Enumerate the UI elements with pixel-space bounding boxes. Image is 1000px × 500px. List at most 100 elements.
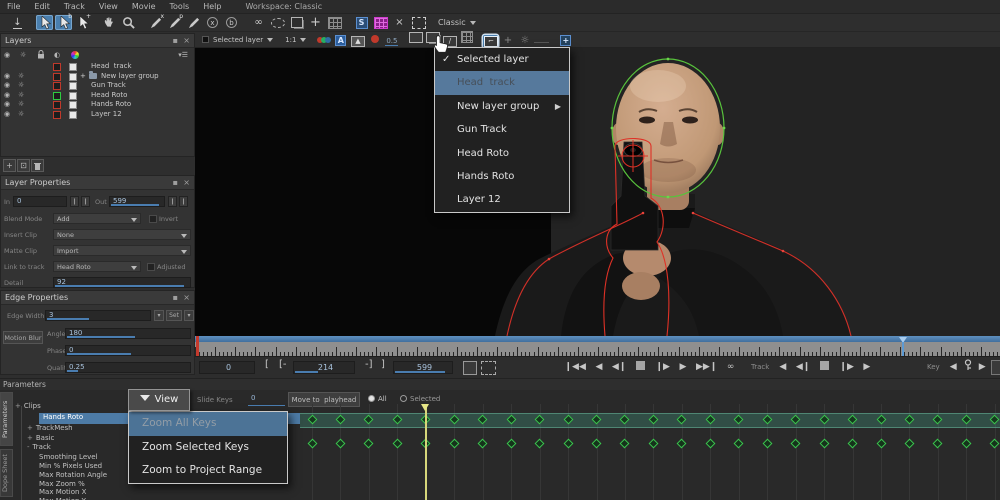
- matte-color-box[interactable]: [69, 72, 77, 81]
- step-forward-button[interactable]: ❙▶: [655, 357, 669, 377]
- motion-blur-button[interactable]: Motion Blur: [3, 331, 43, 344]
- detail-slider[interactable]: 92: [53, 277, 191, 288]
- red-channel-icon[interactable]: [367, 33, 382, 46]
- layer-menu-item[interactable]: New layer group ▶: [435, 95, 569, 118]
- keyframe-diamond[interactable]: [705, 438, 716, 448]
- next-key-button[interactable]: ▶: [979, 357, 986, 377]
- track-forward-button[interactable]: ▶: [863, 357, 870, 377]
- viewport[interactable]: [195, 48, 1000, 337]
- menu-item-movie[interactable]: Movie: [125, 0, 163, 13]
- radio-all[interactable]: All: [368, 395, 387, 403]
- menu-item-track[interactable]: Track: [57, 0, 92, 13]
- menu-item-view[interactable]: View: [92, 0, 125, 13]
- monitor-view-icon[interactable]: [408, 31, 423, 44]
- keyframe-diamond[interactable]: [790, 438, 801, 448]
- matte-color-box[interactable]: [69, 101, 77, 110]
- tree-item-basic[interactable]: + Basic: [27, 434, 54, 444]
- grid-view-icon[interactable]: [459, 31, 474, 44]
- timeline-playhead-line[interactable]: [902, 342, 904, 356]
- tree-toggle[interactable]: +: [27, 434, 33, 442]
- dock-icon[interactable]: ▪: [173, 35, 178, 46]
- gear-icon[interactable]: ☼: [18, 81, 24, 90]
- select-alt-tool-icon[interactable]: b: [55, 13, 72, 30]
- key-extra-icon[interactable]: [991, 360, 1000, 375]
- spline-color-box[interactable]: [53, 91, 61, 100]
- keyframe-diamond[interactable]: [477, 438, 488, 448]
- track-step-forward-button[interactable]: ❙▶: [839, 357, 853, 377]
- keyframe-diamond[interactable]: [335, 438, 346, 448]
- close-icon[interactable]: ×: [183, 177, 190, 188]
- layer-row[interactable]: ◉ ☼ Head Roto: [1, 91, 194, 101]
- layer-menu-item[interactable]: Layer 12: [435, 188, 569, 211]
- dope-playhead-line[interactable]: [425, 404, 427, 500]
- keyframe-diamond[interactable]: [392, 438, 403, 448]
- dope-sheet-grid[interactable]: [300, 404, 1000, 500]
- view-menu-item[interactable]: Zoom Selected Keys: [129, 436, 287, 460]
- out-frame-field[interactable]: 599: [393, 361, 453, 374]
- dual-monitor-view-icon[interactable]: [425, 31, 440, 44]
- alpha-view-icon[interactable]: A: [333, 34, 348, 47]
- workspace-classic-dropdown[interactable]: Classic: [438, 18, 476, 27]
- keyframe-diamond[interactable]: [648, 438, 659, 448]
- keyframe-diamond[interactable]: [932, 438, 943, 448]
- link-to-track-select[interactable]: Head Roto: [53, 261, 141, 272]
- add-point-tool-icon[interactable]: +: [74, 13, 91, 30]
- stack-view-icon[interactable]: [463, 361, 477, 375]
- gear-icon[interactable]: ☼: [18, 100, 24, 109]
- matte-color-box[interactable]: [69, 110, 77, 119]
- go-end-button[interactable]: ▶▶❙: [696, 357, 717, 377]
- bezier-circle-tool-icon[interactable]: b: [223, 15, 240, 30]
- keyframe-diamond[interactable]: [847, 438, 858, 448]
- layer-select-dropdown[interactable]: Selected layer: [199, 34, 276, 46]
- spline-color-box[interactable]: [53, 72, 61, 81]
- tree-item-max-motion-y[interactable]: Max Motion Y: [39, 497, 86, 500]
- keyframe-diamond[interactable]: [876, 438, 886, 448]
- quality-field[interactable]: 0.25: [65, 362, 191, 373]
- menu-item-edit[interactable]: Edit: [27, 0, 57, 13]
- eye-icon[interactable]: ◉: [4, 110, 10, 119]
- insert-clip-select[interactable]: None: [53, 229, 191, 240]
- play-button[interactable]: ▶: [679, 357, 686, 377]
- tree-item-trackmesh[interactable]: + TrackMesh: [27, 424, 73, 434]
- blend-mode-select[interactable]: Add: [53, 213, 141, 224]
- grid-tool-icon[interactable]: [326, 15, 343, 30]
- corner-pin-tool-icon[interactable]: [288, 15, 305, 30]
- menu-item-help[interactable]: Help: [196, 0, 228, 13]
- track-stop-button[interactable]: [820, 361, 830, 370]
- out-step-right[interactable]: ❙: [179, 196, 188, 207]
- go-start-button[interactable]: ❙◀◀: [565, 357, 586, 377]
- track-back-button[interactable]: ◀: [779, 357, 786, 377]
- angle-field[interactable]: 180: [65, 328, 191, 339]
- keyframe-diamond[interactable]: [449, 438, 460, 448]
- layer-row[interactable]: ◉ ☼ Hands Roto: [1, 100, 194, 110]
- delete-layer-icon[interactable]: [31, 159, 44, 172]
- edge-width-plus[interactable]: ▾: [184, 310, 194, 321]
- layer-menu-item[interactable]: ✓ Selected layer: [435, 48, 569, 71]
- eye-icon[interactable]: ◉: [4, 91, 10, 100]
- phase-field[interactable]: 0: [65, 345, 191, 356]
- expand-toggle[interactable]: +: [80, 72, 86, 81]
- mesh-tool-icon[interactable]: [372, 15, 389, 30]
- view-menu-item[interactable]: Zoom All Keys: [129, 412, 287, 436]
- layer-row[interactable]: ◉ ☼ Layer 12: [1, 110, 194, 120]
- tab-parameters[interactable]: Parameters: [0, 392, 13, 446]
- keyframe-diamond[interactable]: [733, 438, 744, 448]
- keyframe-diamond[interactable]: [363, 438, 374, 448]
- out-field[interactable]: 599: [109, 196, 165, 207]
- invert-checkbox[interactable]: [149, 215, 157, 223]
- xspline-circle-tool-icon[interactable]: x: [204, 15, 221, 30]
- close-icon[interactable]: ×: [183, 292, 190, 303]
- move-tool-icon[interactable]: +: [307, 15, 324, 30]
- current-frame-field[interactable]: 0: [199, 361, 255, 374]
- frame-range-icon[interactable]: [481, 361, 496, 375]
- create-bezier-tool-icon[interactable]: p: [166, 13, 183, 30]
- timeline-scrollbar[interactable]: [195, 336, 1000, 342]
- clip-view-icon[interactable]: ▲: [350, 35, 365, 48]
- layer-row[interactable]: ◉ ☼ Gun Track: [1, 81, 194, 91]
- save-icon-icon[interactable]: ↓: [9, 15, 26, 30]
- rgb-channels-icon[interactable]: [316, 34, 331, 47]
- edge-width-field[interactable]: 3: [45, 310, 151, 321]
- out-bracket-button[interactable]: ]: [381, 359, 385, 370]
- play-back-button[interactable]: ◀: [595, 357, 602, 377]
- gear-icon[interactable]: ☼: [18, 72, 24, 81]
